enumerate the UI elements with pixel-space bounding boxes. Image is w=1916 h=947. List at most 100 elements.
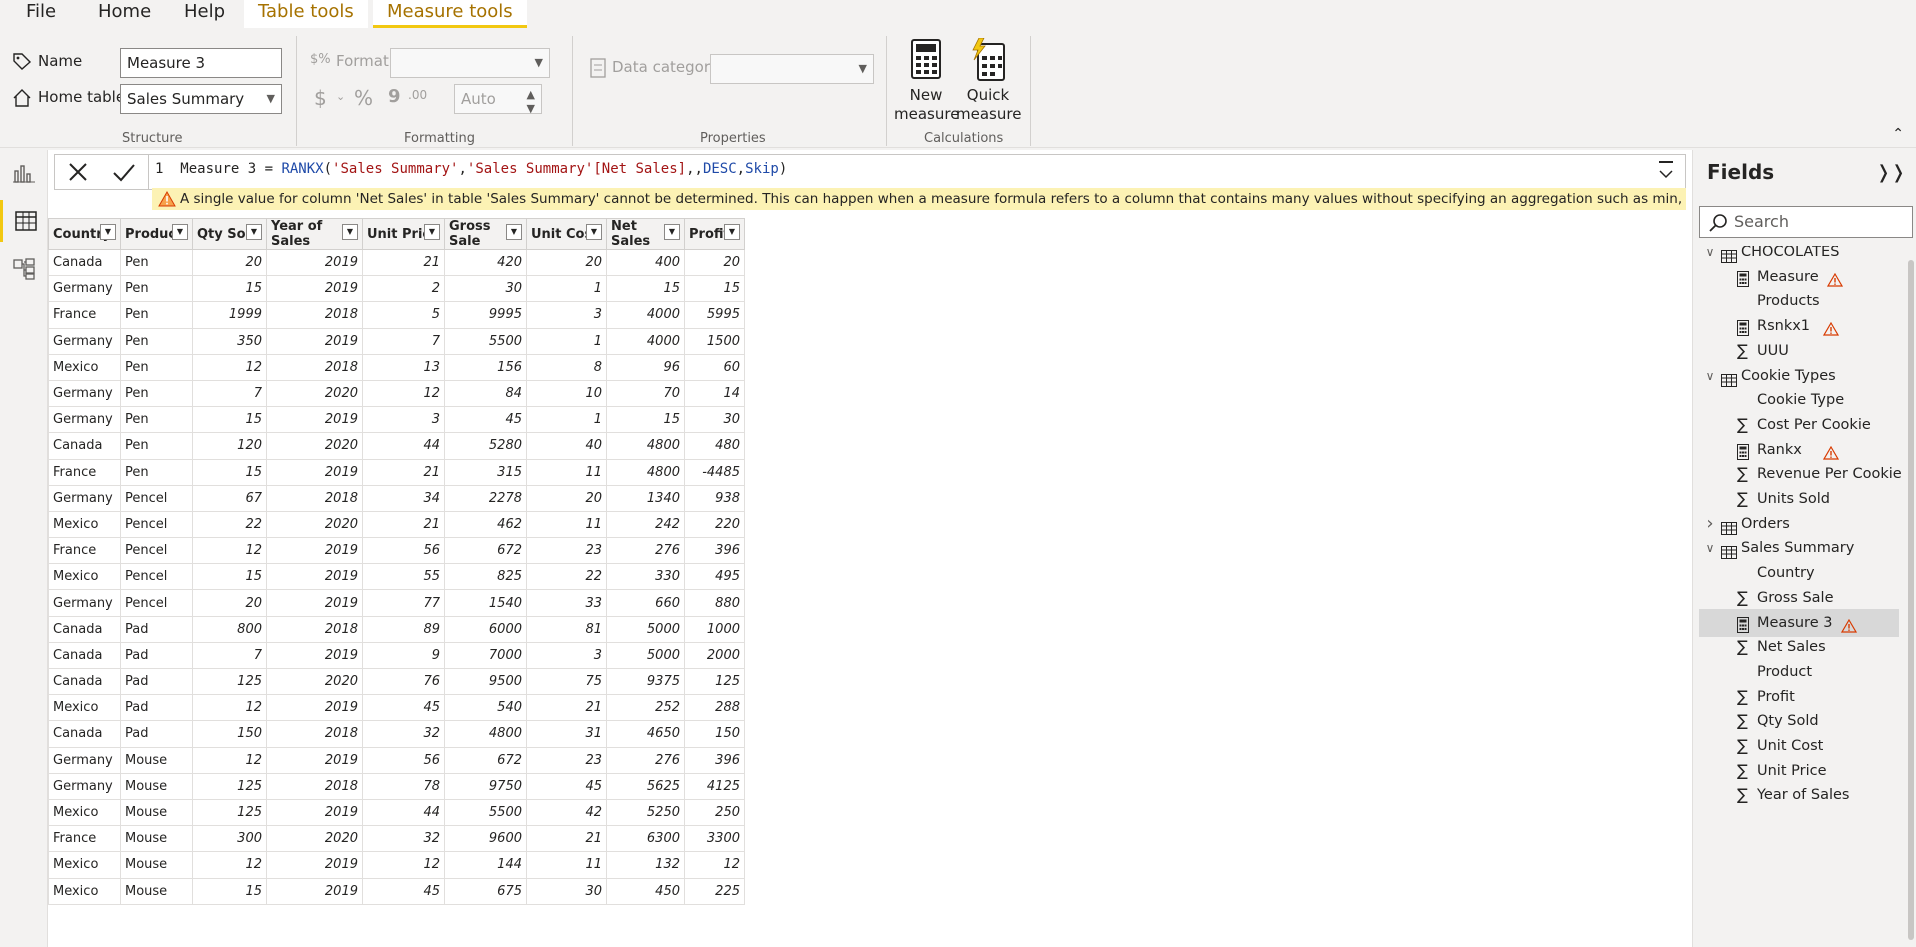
table-cell[interactable]: 21 [526,694,607,722]
table-cell[interactable]: Mouse [120,877,193,905]
table-cell[interactable]: 2018 [266,301,363,329]
table-cell[interactable]: Mexico [48,694,121,722]
table-cell[interactable]: 21 [362,458,445,486]
table-cell[interactable]: 5000 [606,641,685,670]
quick-measure-button[interactable]: Quick measure [956,38,1021,124]
table-cell[interactable]: 540 [444,694,527,722]
table-cell[interactable]: 44 [362,798,445,827]
table-cell[interactable]: 1340 [606,484,685,512]
table-cell[interactable]: Mouse [120,851,193,879]
table-cell[interactable]: Mexico [48,877,121,905]
tab-measure-tools[interactable]: Measure tools [373,0,527,28]
table-cell[interactable]: Mouse [120,798,193,827]
table-cell[interactable]: 42 [526,798,607,827]
column-header[interactable]: Net Sales ▼ [606,218,685,250]
column-header[interactable]: Country ▼ [48,218,121,250]
table-cell[interactable]: 15 [192,458,267,486]
table-cell[interactable]: 400 [606,248,685,277]
tab-table-tools[interactable]: Table tools [244,0,368,28]
table-cell[interactable]: Canada [48,641,121,670]
table-cell[interactable]: 2020 [266,510,363,539]
table-cell[interactable]: 13 [362,353,445,381]
table-cell[interactable]: Pencel [120,510,193,539]
table-cell[interactable]: Mexico [48,798,121,827]
table-cell[interactable]: 12 [362,379,445,408]
table-cell[interactable]: Germany [48,746,121,774]
table-cell[interactable]: 156 [444,353,527,381]
table-cell[interactable]: 44 [362,432,445,460]
table-cell[interactable]: 77 [362,589,445,617]
table-cell[interactable]: 15 [606,406,685,434]
filter-dropdown-icon[interactable]: ▼ [172,224,188,240]
cancel-formula-icon[interactable] [67,161,89,183]
table-cell[interactable]: 81 [526,615,607,643]
table-cell[interactable]: 672 [444,537,527,565]
table-cell[interactable]: 12 [192,694,267,722]
table-cell[interactable]: 5280 [444,432,527,460]
table-cell[interactable]: 125 [192,798,267,827]
column-header[interactable]: Profit ▼ [684,218,745,250]
table-cell[interactable]: 480 [684,432,745,460]
table-cell[interactable]: 34 [362,484,445,512]
table-cell[interactable]: 1999 [192,301,267,329]
menu-file[interactable]: File [12,0,70,28]
data-view-button[interactable] [0,200,48,242]
table-cell[interactable]: 4650 [606,720,685,748]
table-cell[interactable]: 84 [444,379,527,408]
table-cell[interactable]: 30 [684,406,745,434]
table-cell[interactable]: 4800 [606,458,685,486]
table-cell[interactable]: 2019 [266,641,363,670]
table-cell[interactable]: Pencel [120,537,193,565]
table-cell[interactable]: 1 [526,327,607,355]
table-cell[interactable]: 6000 [444,615,527,643]
name-input[interactable]: Measure 3 [120,48,282,78]
table-cell[interactable]: Pad [120,641,193,670]
chevron-down-icon[interactable]: ⌄ [336,90,345,103]
table-cell[interactable]: Pencel [120,563,193,591]
new-measure-button[interactable]: New measure [894,38,959,124]
table-cell[interactable]: 120 [192,432,267,460]
decimal-places-input[interactable]: Auto ▲ ▼ [454,84,542,115]
table-cell[interactable]: 2018 [266,484,363,512]
table-cell[interactable]: 462 [444,510,527,539]
formula-editor[interactable]: 1 Measure 3 = RANKX('Sales Summary','Sal… [155,161,787,177]
table-cell[interactable]: 5625 [606,772,685,800]
column-header[interactable]: Product ▼ [120,218,193,250]
table-cell[interactable]: 70 [606,379,685,408]
table-cell[interactable]: 2019 [266,406,363,434]
table-cell[interactable]: 12 [192,851,267,879]
currency-icon[interactable]: $ [314,86,327,110]
model-view-button[interactable] [0,248,48,290]
table-cell[interactable]: 825 [444,563,527,591]
table-cell[interactable]: 5500 [444,798,527,827]
table-cell[interactable]: 20 [526,248,607,277]
table-cell[interactable]: Germany [48,484,121,512]
table-cell[interactable]: 2019 [266,458,363,486]
table-cell[interactable]: 32 [362,720,445,748]
table-cell[interactable]: Pen [120,248,193,277]
table-cell[interactable]: Germany [48,406,121,434]
comma-style-icon[interactable]: 9 [388,86,401,107]
table-cell[interactable]: 938 [684,484,745,512]
table-cell[interactable]: 33 [526,589,607,617]
table-cell[interactable]: 2020 [266,379,363,408]
table-cell[interactable]: 21 [362,510,445,539]
table-cell[interactable]: 2018 [266,353,363,381]
table-cell[interactable]: 125 [192,772,267,800]
table-cell[interactable]: 125 [684,667,745,696]
table-cell[interactable]: 800 [192,615,267,643]
table-cell[interactable]: 1500 [684,327,745,355]
table-cell[interactable]: Mexico [48,353,121,381]
spin-down-icon[interactable]: ▼ [527,95,535,123]
column-header[interactable]: Unit Price ▼ [362,218,445,250]
table-cell[interactable]: Pen [120,458,193,486]
table-cell[interactable]: Mouse [120,825,193,853]
table-cell[interactable]: 300 [192,825,267,853]
table-cell[interactable]: Mouse [120,772,193,800]
table-cell[interactable]: 252 [606,694,685,722]
table-cell[interactable]: 30 [526,877,607,905]
table-cell[interactable]: 7 [192,641,267,670]
table-cell[interactable]: 672 [444,746,527,774]
table-cell[interactable]: Pen [120,406,193,434]
table-cell[interactable]: 3 [526,641,607,670]
